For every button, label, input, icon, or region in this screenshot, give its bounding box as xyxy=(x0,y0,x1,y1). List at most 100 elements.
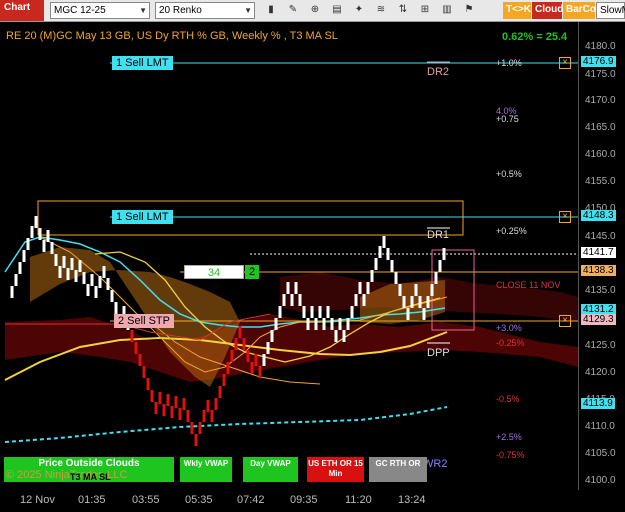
vwap-price: 4113.9 xyxy=(581,398,615,409)
us-eth-or-button[interactable]: US ETH OR 15 Min xyxy=(307,457,364,482)
renko-brick xyxy=(202,410,206,422)
renko-brick xyxy=(166,394,170,406)
renko-brick xyxy=(22,250,26,262)
time-tick: 13:24 xyxy=(398,494,426,506)
renko-brick xyxy=(218,386,222,398)
barcol-button[interactable]: BarCol xyxy=(563,2,599,19)
gc-rth-or-button[interactable]: GC RTH OR xyxy=(369,457,427,482)
properties-icon[interactable]: ▤ xyxy=(328,2,346,19)
chart-panel[interactable]: RE 20 (M)GC May 13 GB, US Dy RTH % GB, W… xyxy=(0,22,578,490)
renko-brick xyxy=(302,306,306,318)
instrument-selector[interactable]: MGC 12-25 ▼ xyxy=(50,2,150,19)
time-tick: 03:55 xyxy=(132,494,160,506)
data-series-icon[interactable]: ⇅ xyxy=(394,2,412,19)
cancel-order-icon[interactable]: × xyxy=(559,315,571,327)
renko-brick xyxy=(50,242,54,254)
price-tick: 4125.0 xyxy=(585,340,616,351)
zoom-icon[interactable]: ⊕ xyxy=(306,2,324,19)
renko-brick xyxy=(306,318,310,330)
renko-brick xyxy=(322,318,326,330)
bar-type-selector[interactable]: 20 Renko ▼ xyxy=(155,2,255,19)
vwap-line xyxy=(4,406,448,443)
renko-brick xyxy=(290,294,294,306)
renko-brick xyxy=(254,354,258,366)
chevron-down-icon: ▼ xyxy=(139,6,147,15)
slowm-button[interactable]: SlowM xyxy=(596,2,625,19)
chart-menu-button[interactable]: Chart xyxy=(0,0,44,21)
renko-brick xyxy=(174,396,178,408)
renko-brick xyxy=(214,398,218,410)
renko-brick xyxy=(418,296,422,308)
last-price: 4141.7 xyxy=(581,247,616,258)
renko-brick xyxy=(150,390,154,402)
renko-brick xyxy=(62,256,66,268)
sell-limit-order-1[interactable]: 1 Sell LMT xyxy=(112,56,173,70)
dr2-label: DR2 xyxy=(427,66,450,78)
indicators-icon[interactable]: ≋ xyxy=(372,2,390,19)
renko-brick xyxy=(394,272,398,284)
position-quantity[interactable]: 34 xyxy=(184,265,244,279)
draw-tools-icon[interactable]: ✎ xyxy=(284,2,302,19)
renko-brick xyxy=(242,338,246,350)
renko-brick xyxy=(278,306,282,318)
stop-price: 4129.3 xyxy=(581,314,616,325)
strategy-icon[interactable]: ✦ xyxy=(350,2,368,19)
renko-brick xyxy=(138,354,142,366)
renko-brick xyxy=(374,258,378,270)
day-vwap-button[interactable]: Day VWAP xyxy=(243,457,298,482)
sell-limit-order-2[interactable]: 1 Sell LMT xyxy=(112,210,173,224)
renko-brick xyxy=(334,330,338,342)
renko-brick xyxy=(38,228,42,240)
renko-brick xyxy=(362,294,366,306)
chevron-down-icon: ▼ xyxy=(244,6,252,15)
time-axis[interactable]: 12 Nov 01:35 03:55 05:35 07:42 09:35 11:… xyxy=(0,490,578,512)
chart-trader-icon[interactable]: ⊞ xyxy=(416,2,434,19)
price-tick: 4135.0 xyxy=(585,285,616,296)
bar-type-value: 20 Renko xyxy=(159,5,202,16)
renko-brick xyxy=(222,374,226,386)
renko-brick xyxy=(266,342,270,354)
renko-brick xyxy=(294,282,298,294)
renko-brick xyxy=(330,318,334,330)
renko-brick xyxy=(430,284,434,296)
alerts-icon[interactable]: ⚑ xyxy=(460,2,478,19)
cloud-button[interactable]: Cloud xyxy=(532,2,563,19)
renko-brick xyxy=(414,284,418,296)
renko-brick xyxy=(170,406,174,418)
renko-brick xyxy=(298,294,302,306)
price-tick: 4145.0 xyxy=(585,231,616,242)
renko-brick xyxy=(162,404,166,416)
renko-brick xyxy=(110,290,114,302)
renko-brick xyxy=(410,296,414,308)
wkly-vwap-button[interactable]: Wkly VWAP xyxy=(180,457,232,482)
position-size[interactable]: 2 xyxy=(245,265,259,279)
renko-brick xyxy=(226,362,230,374)
cancel-order-icon[interactable]: × xyxy=(559,57,571,69)
renko-brick xyxy=(442,248,446,260)
time-tick: 11:20 xyxy=(345,494,372,506)
cancel-order-icon[interactable]: × xyxy=(559,211,571,223)
price-axis[interactable]: 4180.0 4175.0 4170.0 4165.0 4160.0 4155.… xyxy=(578,22,625,490)
renko-brick xyxy=(130,330,134,342)
pct-label: +0.5% xyxy=(496,169,522,179)
time-tick: 05:35 xyxy=(185,494,213,506)
price-tick: 4165.0 xyxy=(585,122,616,133)
renko-brick xyxy=(206,400,210,412)
bar-style-icon[interactable]: ▮ xyxy=(262,2,280,19)
renko-brick xyxy=(326,306,330,318)
tk-button[interactable]: T<>K xyxy=(503,2,531,19)
renko-brick xyxy=(250,362,254,374)
sell-stop-order[interactable]: 2 Sell STP xyxy=(114,314,174,328)
renko-brick xyxy=(134,342,138,354)
position-price: 4138.3 xyxy=(581,265,616,276)
price-outside-label: Price Outside Clouds xyxy=(38,458,140,469)
price-tick: 4100.0 xyxy=(585,475,616,486)
renko-brick xyxy=(42,240,46,252)
renko-brick xyxy=(438,260,442,272)
renko-brick xyxy=(378,246,382,258)
renko-brick xyxy=(142,366,146,378)
template-icon[interactable]: ▥ xyxy=(438,2,456,19)
renko-brick xyxy=(154,402,158,414)
renko-brick xyxy=(114,302,118,314)
change-indicator: 0.62% = 25.4 xyxy=(502,31,568,43)
